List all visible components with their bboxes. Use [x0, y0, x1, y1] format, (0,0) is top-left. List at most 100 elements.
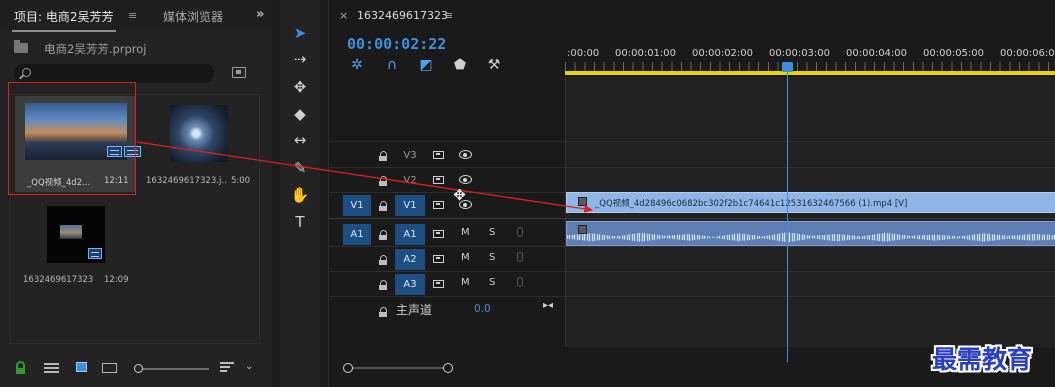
sync-lock-icon[interactable]: [433, 280, 444, 288]
lock-icon[interactable]: [379, 280, 387, 290]
track-target[interactable]: A2: [395, 249, 425, 270]
wrench-icon[interactable]: ⚒: [486, 57, 502, 73]
close-icon[interactable]: ×: [339, 9, 348, 22]
eye-icon[interactable]: [459, 150, 472, 159]
sequence-tab[interactable]: 1632469617323: [357, 9, 448, 22]
eye-icon[interactable]: [459, 175, 472, 184]
timecode-display[interactable]: 00:00:02:22: [347, 35, 446, 53]
sync-lock-icon[interactable]: [433, 255, 444, 263]
lock-icon[interactable]: [379, 201, 387, 211]
lock-icon[interactable]: [379, 307, 387, 317]
annotation-highlight-box: [8, 82, 136, 195]
search-input[interactable]: [14, 64, 214, 83]
scroll-end-knob[interactable]: [443, 363, 453, 373]
ruler-label: 00:00:05:00: [923, 48, 985, 59]
snap-magnet-icon[interactable]: ∩: [384, 57, 400, 73]
track-select-tool-icon[interactable]: ⇢: [289, 48, 311, 70]
work-area-bar[interactable]: [565, 71, 1055, 75]
media-item-name: 1632469617323.j...: [146, 176, 226, 186]
more-panels-icon[interactable]: »: [256, 7, 264, 22]
ruler-label: 00:00:02:00: [692, 48, 754, 59]
track-target[interactable]: V2: [395, 170, 425, 191]
mute-button[interactable]: M: [461, 277, 470, 288]
zoom-scroll-bar[interactable]: [343, 363, 575, 373]
track-header-a2: A2 M S: [329, 247, 565, 272]
mic-icon[interactable]: [517, 252, 523, 262]
source-patch-v1[interactable]: V1: [343, 195, 371, 216]
project-tabs: 项目: 电商2吴芳芳 ≡ 媒体浏览器 »: [0, 0, 272, 32]
lock-icon[interactable]: [379, 230, 387, 240]
video-clip-label: _QQ视频_4d28496c0682bc302f2b1c74641c125316…: [595, 199, 908, 209]
linked-selection-icon[interactable]: ◩: [418, 57, 434, 73]
fx-badge-icon: [578, 197, 587, 206]
media-item[interactable]: 1632469617323.j... 5:00: [142, 96, 252, 192]
playhead-line[interactable]: [787, 70, 788, 362]
zoom-slider-knob[interactable]: [134, 364, 143, 373]
lock-icon[interactable]: [379, 151, 387, 161]
solo-button[interactable]: S: [489, 227, 495, 238]
icon-view-icon[interactable]: [76, 362, 87, 372]
mic-icon[interactable]: [517, 227, 523, 237]
ruler-label: 00:00:01:00: [615, 48, 677, 59]
video-clip[interactable]: _QQ视频_4d28496c0682bc302f2b1c74641c125316…: [566, 192, 1055, 213]
track-target[interactable]: A3: [395, 274, 425, 295]
lock-icon[interactable]: [16, 361, 25, 374]
freeform-view-icon[interactable]: [102, 363, 117, 373]
audio-waveform: [567, 232, 1055, 243]
track-target[interactable]: V1: [395, 195, 425, 216]
add-marker-icon[interactable]: ⬟: [452, 57, 468, 73]
new-bin-icon[interactable]: [232, 67, 246, 78]
time-ruler[interactable]: :00:00 00:00:01:00 00:00:02:00 00:00:03:…: [565, 40, 1055, 76]
project-bottom-bar: ⌄: [0, 358, 272, 380]
timeline-panel: × 1632469617323 ≡ 00:00:02:22 ✲ ∩ ◩ ⬟ ⚒ …: [328, 0, 1055, 387]
ripple-edit-tool-icon[interactable]: ✥: [289, 76, 311, 98]
ruler-label: 00:00:03:00: [769, 48, 831, 59]
mute-button[interactable]: M: [461, 252, 470, 263]
audio-clip[interactable]: [566, 221, 1055, 246]
zoom-slider[interactable]: [137, 368, 209, 370]
master-track-label: 主声道: [396, 303, 433, 317]
track-header-v1: V1 V1: [329, 193, 565, 218]
slip-tool-icon[interactable]: ↔: [289, 129, 311, 151]
list-view-icon[interactable]: [44, 363, 59, 373]
track-divider: [329, 141, 1055, 142]
sync-lock-icon[interactable]: [433, 201, 444, 209]
sync-lock-icon[interactable]: [433, 230, 444, 238]
project-file-row: 电商2吴芳芳.prproj: [14, 40, 254, 56]
panel-menu-icon[interactable]: ≡: [444, 9, 453, 22]
tab-media-browser[interactable]: 媒体浏览器: [163, 8, 223, 25]
timeline-header: × 1632469617323 ≡: [329, 0, 1055, 30]
type-tool-icon[interactable]: T: [289, 211, 311, 233]
project-file-name: 电商2吴芳芳.prproj: [44, 42, 147, 56]
pen-tool-icon[interactable]: ✎: [289, 157, 311, 179]
nest-sequence-icon[interactable]: ✲: [349, 57, 365, 73]
tab-project[interactable]: 项目: 电商2吴芳芳: [12, 8, 115, 32]
chevron-down-icon[interactable]: ⌄: [245, 361, 253, 372]
tools-panel: ➤ ⇢ ✥ ◆ ↔ ✎ ✋ T: [280, 0, 320, 387]
hand-tool-icon[interactable]: ✋: [289, 184, 311, 206]
project-panel: 项目: 电商2吴芳芳 ≡ 媒体浏览器 » 电商2吴芳芳.prproj _QQ视频…: [0, 0, 272, 387]
track-header-a1: A1 A1 M S: [329, 222, 565, 247]
sync-lock-icon[interactable]: [433, 176, 444, 184]
mute-button[interactable]: M: [461, 227, 470, 238]
scroll-start-knob[interactable]: [343, 363, 353, 373]
razor-tool-icon[interactable]: ◆: [289, 103, 311, 125]
sync-lock-icon[interactable]: [433, 151, 444, 159]
go-to-end-icon[interactable]: ▸◂: [543, 300, 553, 311]
sort-icon[interactable]: [220, 362, 234, 372]
selection-tool-icon[interactable]: ➤: [289, 22, 311, 44]
media-item[interactable]: 1632469617323 12:09: [15, 198, 136, 294]
solo-button[interactable]: S: [489, 252, 495, 263]
lock-icon[interactable]: [379, 176, 387, 186]
solo-button[interactable]: S: [489, 277, 495, 288]
mic-icon[interactable]: [517, 277, 523, 287]
panel-menu-icon[interactable]: ≡: [128, 9, 137, 22]
track-target[interactable]: A1: [395, 224, 425, 245]
lock-icon[interactable]: [379, 255, 387, 265]
fx-badge-icon: [578, 225, 587, 234]
media-item-duration: 12:09: [104, 275, 129, 285]
source-patch-a1[interactable]: A1: [343, 224, 371, 245]
scroll-track: [348, 367, 448, 369]
master-volume-value[interactable]: 0.0: [474, 303, 491, 315]
track-target[interactable]: V3: [395, 145, 425, 166]
